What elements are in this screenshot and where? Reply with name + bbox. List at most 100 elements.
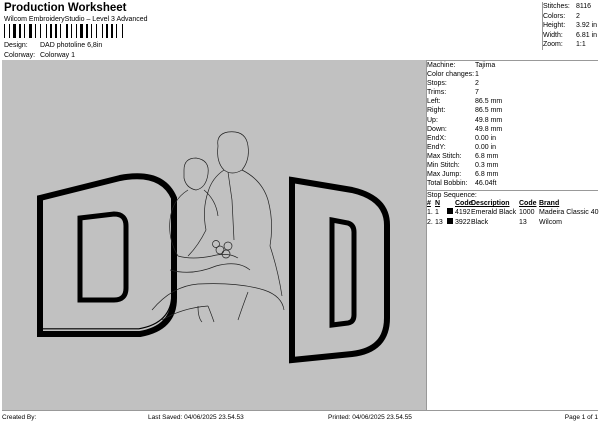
stat-row: Colors: 2 <box>543 12 598 22</box>
stat-value: 1:1 <box>576 41 586 48</box>
barcode-bar <box>80 24 83 38</box>
machine-info-label: Left: <box>427 98 441 106</box>
machine-info-label: Total Bobbin: <box>427 180 468 188</box>
machine-info-label: Max Jump: <box>427 171 462 179</box>
stat-value: 3.92 in <box>576 22 598 29</box>
page-number: Page 1 of 1 <box>564 413 598 421</box>
barcode-bar <box>111 24 113 38</box>
stat-row: Height: 3.92 in <box>543 21 598 31</box>
barcode-bar <box>24 24 25 38</box>
stop-brand: Madeira Classic 40 <box>539 209 599 217</box>
machine-info-label: Trims: <box>427 89 447 97</box>
stat-label: Zoom: <box>543 41 563 48</box>
barcode-bar <box>91 24 92 38</box>
machine-info-row: Trims: 7 <box>427 88 598 97</box>
stop-code: 4192 <box>455 209 471 217</box>
barcode-bar <box>76 24 77 38</box>
design-stats: Stitches: 8116 Colors: 2 Height: 3.92 in Width… <box>542 2 598 50</box>
stat-value: 2 <box>576 12 580 20</box>
barcode-bar <box>4 24 5 38</box>
machine-info-value: 6.8 mm <box>475 171 499 179</box>
stop-row: 2. 13 3922 Black 13 Wilcom <box>427 217 598 228</box>
letter-d-right <box>289 176 390 364</box>
stat-label: Colors: <box>543 12 566 20</box>
machine-info-label: EndX: <box>427 134 447 142</box>
letter-d-left <box>37 173 177 337</box>
barcode <box>4 24 123 38</box>
col-brand: Brand <box>539 200 560 208</box>
design-label: Design: <box>4 42 28 49</box>
barcode-bar <box>35 24 36 38</box>
machine-info-row: Total Bobbin: 46.04ft <box>427 179 598 188</box>
stop-row: 1. 1 4192 Emerald Black 1000 Madeira Cla… <box>427 208 599 218</box>
design-artwork <box>37 131 390 364</box>
col-swatch <box>447 199 455 208</box>
barcode-bar <box>50 24 52 38</box>
machine-info-value: 49.8 mm <box>475 125 503 133</box>
machine-info-row: Machine: Tajima <box>427 61 598 70</box>
machine-info-value: 7 <box>475 89 479 97</box>
machine-info-row: Min Stitch: 0.3 mm <box>427 161 598 170</box>
barcode-bar <box>86 24 88 38</box>
barcode-bar <box>19 24 21 38</box>
machine-info-label: EndY: <box>427 143 446 151</box>
page-title: Production Worksheet <box>4 2 127 14</box>
barcode-bar <box>71 24 72 38</box>
machine-info-value: 86.5 mm <box>475 107 503 115</box>
machine-info-value: 0.00 in <box>475 143 497 151</box>
barcode-bar <box>46 24 47 38</box>
machine-info-label: Min Stitch: <box>427 162 460 170</box>
machine-info-panel: Machine: Tajima Color changes: 1 Stops: 2 Trim… <box>427 61 599 410</box>
machine-info-value: 46.04ft <box>475 180 497 188</box>
barcode-bar <box>9 24 10 38</box>
machine-info-value: Tajima <box>475 62 496 69</box>
machine-info-row: Right: 86.5 mm <box>427 106 598 115</box>
stat-value: 8116 <box>576 3 592 10</box>
stop-num: 2. <box>427 218 433 226</box>
barcode-bar <box>66 24 68 38</box>
machine-info-row: Max Jump: 6.8 mm <box>427 170 598 179</box>
design-preview <box>2 60 426 410</box>
machine-info-label: Right: <box>427 107 446 115</box>
design-value: DAD photoline 6,8in <box>40 42 103 49</box>
barcode-bar <box>55 24 57 38</box>
stat-label: Stitches: <box>543 3 570 10</box>
machine-info-row: EndY: 0.00 in <box>427 143 598 152</box>
last-saved: Last Saved: 04/06/2025 23.54.53 <box>148 413 244 421</box>
col-description: Description <box>471 200 510 208</box>
page-footer: Created By: Last Saved: 04/06/2025 23.54… <box>2 410 598 423</box>
stop-sequence: Stop Sequence: # N Code Description Code… <box>427 190 599 228</box>
barcode-bar <box>102 24 103 38</box>
stat-row: Stitches: 8116 <box>543 2 598 12</box>
stop-sequence-header: # N Code Description Code Brand <box>427 199 598 208</box>
machine-info-value: 2 <box>475 80 479 88</box>
stat-value: 6.81 in <box>576 31 598 39</box>
col-num: # <box>427 200 431 208</box>
color-swatch <box>447 217 453 224</box>
stop-code2: 13 <box>519 218 527 226</box>
color-swatch <box>447 208 453 215</box>
machine-info-label: Max Stitch: <box>427 152 462 160</box>
col-n: N <box>435 200 441 208</box>
stop-n: 13 <box>435 218 443 226</box>
col-code: Code <box>455 200 473 208</box>
stat-label: Width: <box>543 31 563 39</box>
machine-info-row: Up: 49.8 mm <box>427 116 598 125</box>
stop-sequence-title: Stop Sequence: <box>427 192 477 200</box>
machine-info-value: 49.8 mm <box>475 116 503 124</box>
barcode-bar <box>40 24 41 38</box>
machine-info-label: Up: <box>427 116 438 124</box>
printed: Printed: 04/06/2025 23.54.55 <box>328 413 412 421</box>
machine-info-value: 0.00 in <box>475 134 497 142</box>
created-by: Created By: <box>2 413 37 421</box>
machine-info-value: 0.3 mm <box>475 162 499 170</box>
stop-brand: Wilcom <box>539 218 562 226</box>
barcode-bar <box>29 24 32 38</box>
machine-info-label: Stops: <box>427 80 447 88</box>
machine-info-row: Down: 49.8 mm <box>427 125 598 134</box>
machine-info-row: Left: 86.5 mm <box>427 97 598 106</box>
col-code2: Code <box>519 200 537 208</box>
machine-info-row: EndX: 0.00 in <box>427 134 598 143</box>
stat-row: Zoom: 1:1 <box>543 40 598 50</box>
barcode-bar <box>106 24 108 38</box>
